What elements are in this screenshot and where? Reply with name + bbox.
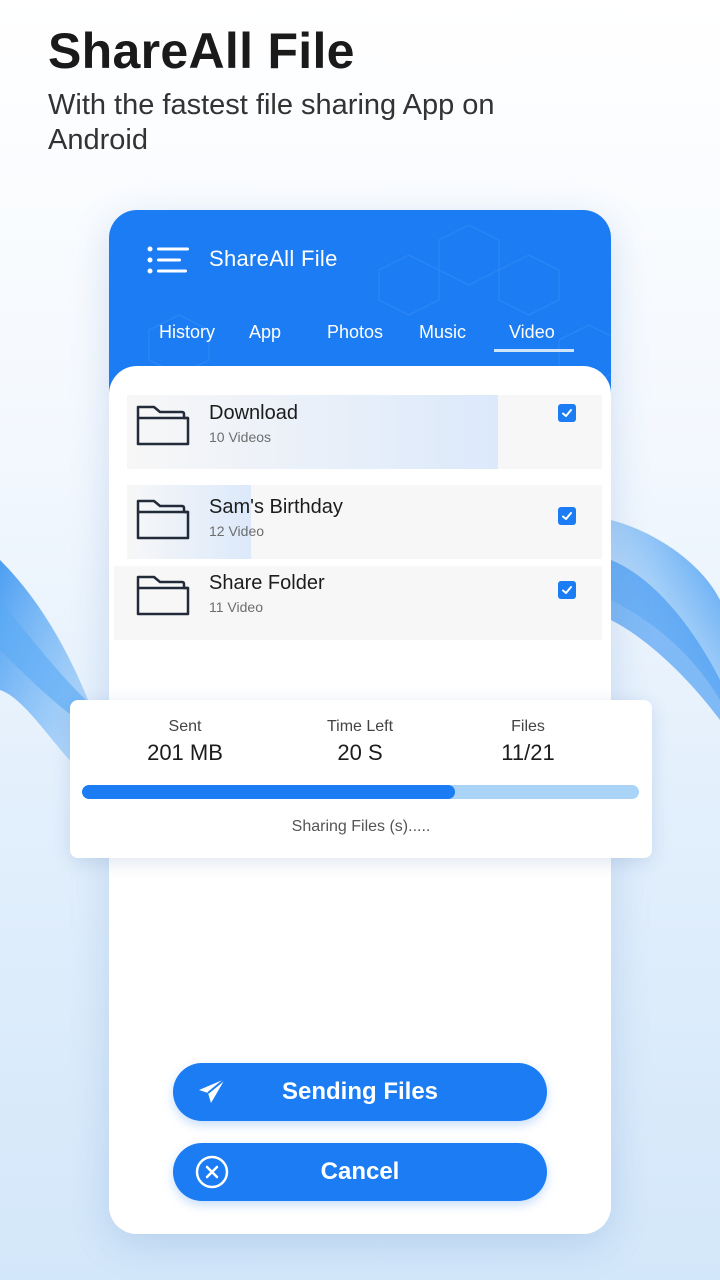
- transfer-progress-fill: [82, 785, 456, 799]
- status-text: Sharing Files (s).....: [291, 818, 431, 835]
- folder-icon: [136, 575, 190, 616]
- folder-count: 12 Video: [209, 523, 265, 539]
- tab-photos[interactable]: Photos: [327, 322, 383, 343]
- transfer-progress-bar: [82, 785, 639, 799]
- time-left-value: 20 S: [337, 740, 383, 765]
- files-label: Files: [511, 718, 545, 735]
- cancel-button[interactable]: Cancel: [173, 1143, 547, 1201]
- check-icon: [562, 409, 572, 417]
- checkbox-checked[interactable]: [558, 404, 576, 422]
- folder-name: Download: [209, 402, 298, 424]
- time-left-label: Time Left: [326, 718, 394, 735]
- tab-app[interactable]: App: [249, 322, 281, 343]
- tab-history[interactable]: History: [159, 322, 215, 343]
- files-value: 11/21: [501, 740, 555, 765]
- folder-row-sams-birthday[interactable]: Sam's Birthday 12 Video: [127, 485, 602, 559]
- folder-count: 10 Videos: [209, 429, 272, 445]
- sending-files-label: Sending Files: [281, 1078, 439, 1105]
- active-tab-indicator: [494, 349, 574, 352]
- checkbox-checked[interactable]: [558, 507, 576, 525]
- menu-icon[interactable]: [147, 246, 191, 274]
- promo-subtitle: With the fastest file sharing App on And…: [48, 89, 495, 156]
- tab-music[interactable]: Music: [419, 322, 466, 343]
- folder-row-download[interactable]: Download 10 Videos: [127, 395, 602, 469]
- tab-video[interactable]: Video: [509, 322, 555, 343]
- sending-files-button[interactable]: Sending Files: [173, 1063, 547, 1121]
- app-title: ShareAll File: [209, 246, 338, 271]
- checkbox-checked[interactable]: [558, 581, 576, 599]
- sent-value: 201 MB: [147, 740, 223, 765]
- cancel-label: Cancel: [320, 1158, 400, 1185]
- folder-row-share-folder[interactable]: Share Folder 11 Video: [114, 566, 602, 640]
- check-icon: [562, 586, 572, 594]
- check-icon: [562, 512, 572, 520]
- folder-name: Sam's Birthday: [209, 496, 343, 518]
- folder-name: Share Folder: [209, 572, 325, 594]
- promo-title: ShareAll File: [48, 23, 355, 79]
- folder-icon: [136, 405, 190, 446]
- sent-label: Sent: [168, 718, 202, 735]
- transfer-status-card: Sent 201 MB Time Left 20 S Files 11/21 S…: [70, 700, 652, 858]
- folder-icon: [136, 499, 190, 540]
- folder-count: 11 Video: [209, 599, 263, 615]
